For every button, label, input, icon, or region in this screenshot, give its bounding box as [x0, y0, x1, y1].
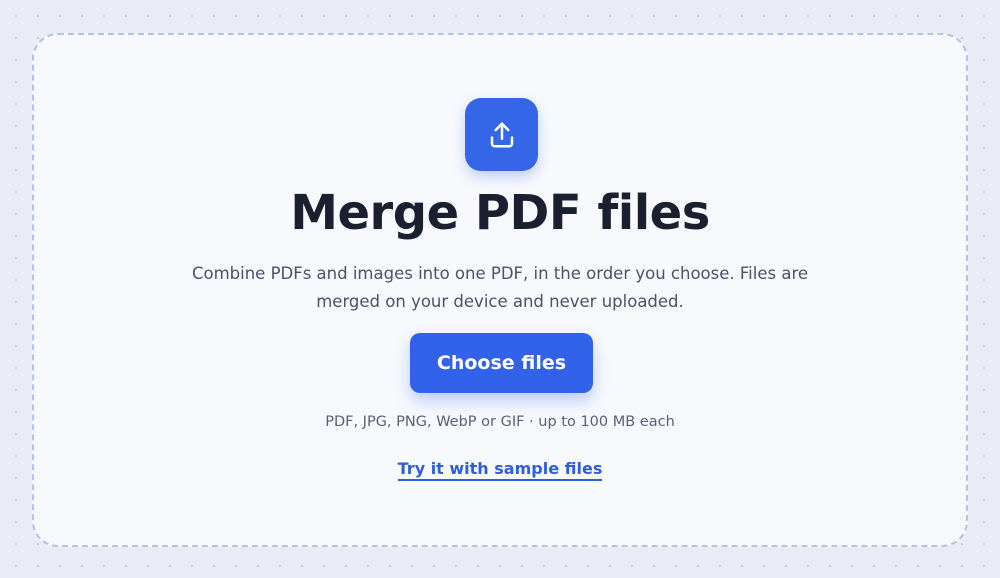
file-dropzone[interactable]: Merge PDF files Combine PDFs and images … — [32, 33, 968, 547]
page-subtitle: Combine PDFs and images into one PDF, in… — [191, 264, 809, 311]
try-sample-files-link[interactable]: Try it with sample files — [34, 458, 966, 481]
upload-icon-tile — [465, 98, 538, 171]
page-title: Merge PDF files — [290, 185, 710, 241]
choose-files-button[interactable]: Choose files — [410, 333, 593, 393]
upload-icon — [490, 122, 513, 147]
sample-link-label: Try it with sample files — [397, 459, 603, 481]
file-types-hint: PDF, JPG, PNG, WebP or GIF · up to 100 M… — [325, 414, 675, 430]
